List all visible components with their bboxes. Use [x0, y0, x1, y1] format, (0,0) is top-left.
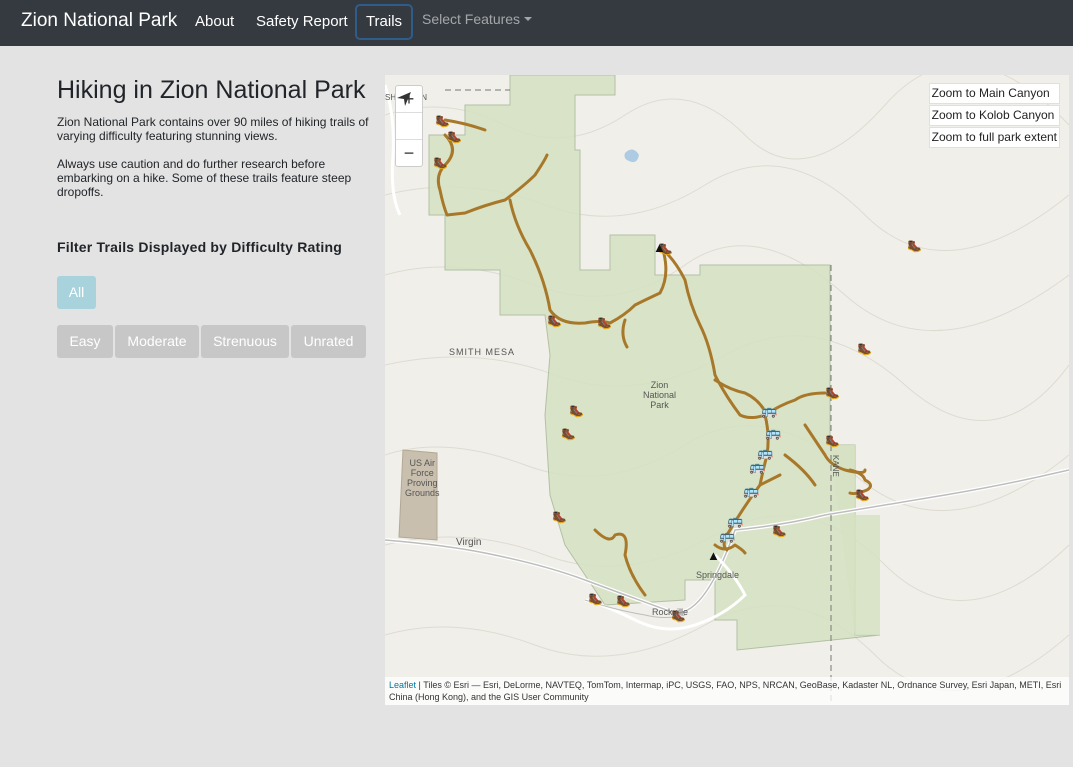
shuttle-icon[interactable]: 🚌 — [761, 403, 777, 418]
hiker-icon[interactable]: 🥾 — [435, 114, 450, 128]
map[interactable]: 🥾 🥾 🥾 🥾 🥾 🥾 🥾 🥾 🥾 🥾 🥾 🥾 🥾 🥾 🥾 🥾 🥾 🥾 🚌 🚌 … — [385, 75, 1069, 705]
locate-button[interactable] — [396, 92, 422, 140]
hiker-icon[interactable]: 🥾 — [561, 427, 576, 441]
park-boundary — [428, 75, 881, 651]
hiker-icon[interactable]: 🥾 — [447, 130, 462, 144]
hiker-icon[interactable]: 🥾 — [597, 316, 612, 330]
hiker-icon[interactable]: 🥾 — [552, 510, 567, 524]
intro-paragraph: Zion National Park contains over 90 mile… — [57, 115, 369, 143]
nav-about[interactable]: About — [195, 13, 234, 30]
navbar: Zion National Park About Safety Report T… — [0, 0, 1073, 46]
filter-easy-button[interactable]: Easy — [57, 325, 113, 358]
shuttle-icon[interactable]: 🚌 — [743, 483, 759, 498]
nav-safety-report[interactable]: Safety Report — [256, 13, 348, 30]
zoom-out-button[interactable]: − — [396, 140, 422, 166]
nav-select-features[interactable]: Select Features — [422, 11, 533, 27]
location-arrow-icon — [397, 92, 411, 106]
filter-title: Filter Trails Displayed by Difficulty Ra… — [57, 239, 342, 255]
zoom-control: + − — [395, 85, 423, 167]
shuttle-icon[interactable]: 🚌 — [757, 445, 773, 460]
hiker-icon[interactable]: 🥾 — [772, 524, 787, 538]
map-attribution: Leaflet | Tiles © Esri — Esri, DeLorme, … — [385, 677, 1069, 705]
map-label-usaf: US Air Force Proving Grounds — [405, 458, 440, 498]
hiker-icon[interactable]: 🥾 — [569, 404, 584, 418]
map-canvas[interactable]: 🥾 🥾 🥾 🥾 🥾 🥾 🥾 🥾 🥾 🥾 🥾 🥾 🥾 🥾 🥾 🥾 🥾 🥾 🚌 🚌 … — [385, 75, 1069, 705]
nav-trails[interactable]: Trails — [355, 4, 413, 40]
shuttle-icon[interactable]: 🚌 — [765, 425, 781, 440]
shuttle-icon[interactable]: 🚌 — [719, 528, 735, 543]
map-label-rockville: Rockville — [652, 607, 689, 617]
hiker-icon[interactable]: 🥾 — [588, 592, 603, 606]
map-label-kane: KANE — [831, 455, 840, 477]
hiker-icon[interactable]: 🥾 — [855, 488, 870, 502]
lake — [624, 149, 639, 163]
shuttle-icon[interactable]: ▲ — [707, 548, 720, 563]
caution-paragraph: Always use caution and do further resear… — [57, 157, 352, 199]
zoom-kolob-canyon-link[interactable]: Zoom to Kolob Canyon — [928, 105, 1060, 126]
hiker-icon[interactable]: 🥾 — [433, 156, 448, 170]
shuttle-icon[interactable]: 🚌 — [727, 513, 743, 528]
shuttle-icon[interactable]: ▲ — [653, 240, 666, 255]
page-title: Hiking in Zion National Park — [57, 76, 366, 104]
hiker-icon[interactable]: 🥾 — [616, 594, 631, 608]
map-label-zion: Zion National Park — [643, 380, 677, 410]
hiker-icon[interactable]: 🥾 — [825, 434, 840, 448]
brand-title[interactable]: Zion National Park — [21, 10, 177, 32]
nav-select-features-label: Select Features — [422, 11, 521, 27]
map-label-springdale: Springdale — [696, 570, 740, 580]
filter-moderate-button[interactable]: Moderate — [115, 325, 199, 358]
hiker-icon[interactable]: 🥾 — [547, 314, 562, 328]
hiker-icon[interactable]: 🥾 — [825, 386, 840, 400]
chevron-down-icon — [524, 17, 533, 21]
zoom-full-extent-link[interactable]: Zoom to full park extent — [928, 127, 1060, 148]
hiker-icon[interactable]: 🥾 — [857, 342, 872, 356]
map-label-smith-mesa: SMITH MESA — [449, 347, 516, 357]
map-label-virgin: Virgin — [456, 537, 482, 548]
hiker-icon[interactable]: 🥾 — [907, 239, 922, 253]
filter-strenuous-button[interactable]: Strenuous — [201, 325, 289, 358]
filter-unrated-button[interactable]: Unrated — [291, 325, 366, 358]
filter-all-button[interactable]: All — [57, 276, 96, 309]
shuttle-icon[interactable]: 🚌 — [749, 459, 765, 474]
attribution-text: | Tiles © Esri — Esri, DeLorme, NAVTEQ, … — [389, 680, 1062, 702]
sidebar: Hiking in Zion National Park Zion Nation… — [57, 74, 377, 358]
zoom-links: Zoom to Main Canyon Zoom to Kolob Canyon… — [928, 83, 1060, 149]
leaflet-link[interactable]: Leaflet — [389, 680, 416, 690]
zoom-main-canyon-link[interactable]: Zoom to Main Canyon — [928, 83, 1060, 104]
